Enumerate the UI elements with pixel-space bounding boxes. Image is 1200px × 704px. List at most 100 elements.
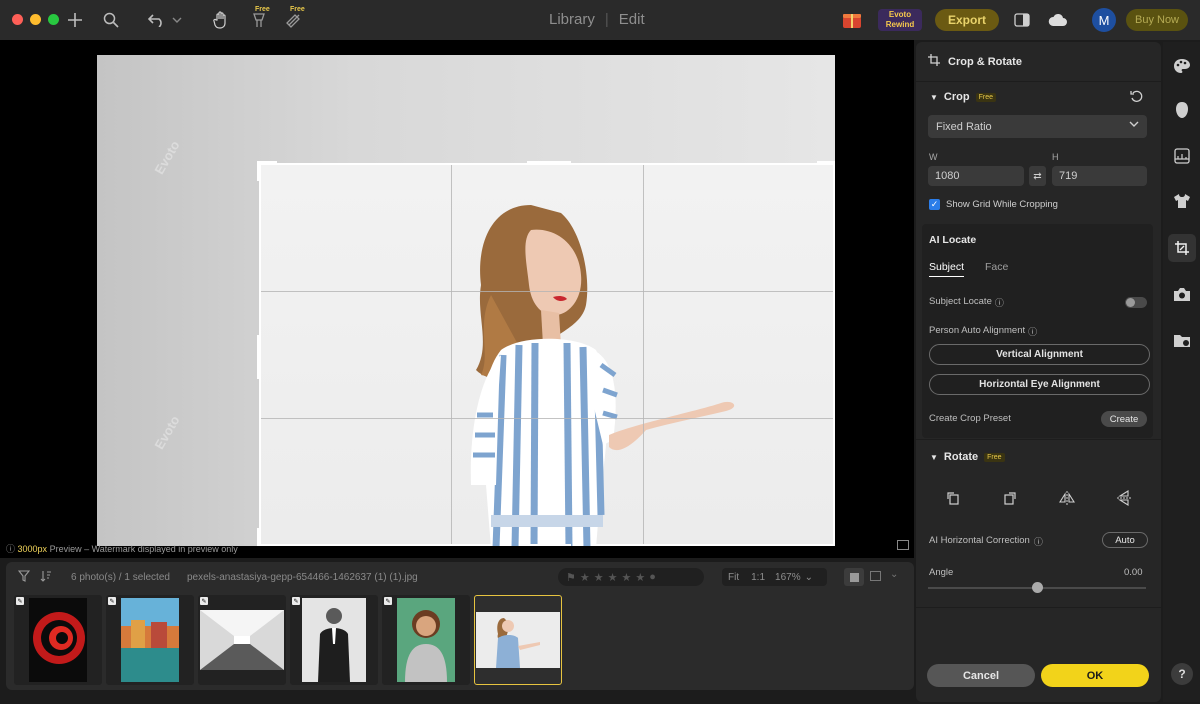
flip-horizontal-icon[interactable] xyxy=(1059,490,1075,506)
palette-icon[interactable] xyxy=(1172,56,1192,76)
photo-count: 6 photo(s) / 1 selected xyxy=(71,571,170,583)
rotate-right-icon[interactable] xyxy=(1002,490,1018,506)
angle-value[interactable]: 0.00 xyxy=(1124,567,1143,578)
aspect-ratio-select[interactable]: Fixed Ratio xyxy=(928,115,1147,138)
edited-badge-icon: ✎ xyxy=(108,597,116,605)
tab-face[interactable]: Face xyxy=(985,261,1008,273)
window-controls xyxy=(12,14,59,25)
cloud-icon[interactable] xyxy=(1046,8,1070,32)
compare-panel-icon[interactable] xyxy=(1010,8,1034,32)
star-icon[interactable]: ★ xyxy=(580,571,590,584)
folder-icon[interactable] xyxy=(1172,330,1192,350)
undo-icon[interactable] xyxy=(145,8,169,32)
hand-tool-icon[interactable] xyxy=(209,8,233,32)
crop-handle-top-right[interactable] xyxy=(817,161,835,181)
chevron-down-icon[interactable]: ⌄ xyxy=(805,572,813,583)
crop-handle-top-left[interactable] xyxy=(257,161,277,181)
export-button[interactable]: Export xyxy=(935,9,999,31)
rotate-section-title: Rotate xyxy=(943,451,979,463)
star-icon[interactable]: ★ xyxy=(635,571,645,584)
top-toolbar: Free Free Library | Edit Evoto Rewind Ex… xyxy=(0,0,1200,40)
camera-icon[interactable] xyxy=(1172,284,1192,304)
image-canvas[interactable]: Evoto Evoto ⓘ 3000px Preview – Watermark… xyxy=(0,40,914,558)
evoto-rewind-badge[interactable]: Evoto Rewind xyxy=(878,9,922,31)
auto-correction-button[interactable]: Auto xyxy=(1102,532,1148,548)
compare-view-icon[interactable] xyxy=(870,571,881,581)
subject-locate-toggle[interactable] xyxy=(1125,297,1147,308)
preview-note-text: Preview – Watermark displayed in preview… xyxy=(47,544,238,554)
star-icon[interactable]: ★ xyxy=(622,571,632,584)
zoom-value[interactable]: 167% xyxy=(771,572,805,583)
buy-now-button[interactable]: Buy Now xyxy=(1126,9,1188,31)
crop-handle-left[interactable] xyxy=(257,335,261,379)
rating-bar[interactable]: ⚑ ★ ★ ★ ★ ★ ● xyxy=(558,568,704,586)
thumbnail-woman-pointing-selected[interactable] xyxy=(474,595,562,685)
create-preset-button[interactable]: Create xyxy=(1101,411,1147,427)
color-label-icon[interactable]: ● xyxy=(649,571,656,583)
ai-horizontal-label: AI Horizontal Correction xyxy=(929,535,1030,546)
search-icon[interactable] xyxy=(99,8,123,32)
angle-slider-knob[interactable] xyxy=(1032,582,1043,593)
crop-handle-bottom-right[interactable] xyxy=(817,528,835,546)
vertical-alignment-button[interactable]: Vertical Alignment xyxy=(929,344,1150,365)
crop-handle-right[interactable] xyxy=(833,335,835,379)
star-icon[interactable]: ★ xyxy=(608,571,618,584)
gift-icon[interactable] xyxy=(840,8,864,32)
info-icon: ⓘ xyxy=(6,544,16,554)
horizontal-eye-alignment-button[interactable]: Horizontal Eye Alignment xyxy=(929,374,1150,395)
crop-handle-bottom[interactable] xyxy=(527,544,571,546)
clothing-icon[interactable] xyxy=(1172,191,1192,211)
ai-locate-section: AI Locate Subject Face Subject Locate ⓘ … xyxy=(922,224,1153,438)
reset-icon[interactable] xyxy=(1130,90,1144,104)
chevron-down-icon[interactable]: ⌄ xyxy=(890,569,898,580)
rotate-section-header[interactable]: ▼ Rotate Free xyxy=(930,451,1005,463)
person-auto-label: Person Auto Alignment xyxy=(929,325,1026,336)
crop-region[interactable] xyxy=(257,161,835,546)
crop-handle-top[interactable] xyxy=(527,161,571,165)
add-icon[interactable] xyxy=(63,8,87,32)
grid-view-icon[interactable] xyxy=(844,568,864,586)
divider xyxy=(916,607,1161,608)
height-input[interactable]: 719 xyxy=(1052,166,1147,186)
thumbnail-woman-smiling[interactable]: ✎ xyxy=(382,595,470,685)
one-to-one-button[interactable]: 1:1 xyxy=(745,572,771,583)
face-retouch-icon[interactable] xyxy=(1172,100,1192,120)
crop-section-header[interactable]: ▼ Crop Free xyxy=(930,91,996,103)
show-grid-checkbox[interactable]: ✓ xyxy=(929,199,940,210)
mode-edit-tab[interactable]: Edit xyxy=(619,11,645,28)
help-circle-icon[interactable]: ⓘ xyxy=(1028,325,1037,338)
width-input[interactable]: 1080 xyxy=(928,166,1024,186)
thumbnail-colorful-buildings[interactable]: ✎ xyxy=(106,595,194,685)
preview-size: 3000px xyxy=(17,544,48,554)
thumbnail-red-spiral[interactable]: ✎ xyxy=(14,595,102,685)
avatar[interactable]: M xyxy=(1092,8,1116,32)
background-icon[interactable] xyxy=(1172,146,1192,166)
close-window-button[interactable] xyxy=(12,14,23,25)
crop-tool-icon[interactable] xyxy=(1168,234,1196,262)
zoom-window-button[interactable] xyxy=(48,14,59,25)
help-button[interactable]: ? xyxy=(1171,663,1193,685)
thumbnail-man-suit[interactable]: ✎ xyxy=(290,595,378,685)
sort-icon[interactable] xyxy=(40,570,52,585)
free-tag: Free xyxy=(290,6,305,13)
ok-button[interactable]: OK xyxy=(1041,664,1149,687)
help-circle-icon[interactable]: ⓘ xyxy=(1034,535,1043,548)
fit-button[interactable]: Fit xyxy=(722,572,745,583)
cancel-button[interactable]: Cancel xyxy=(927,664,1035,687)
star-icon[interactable]: ★ xyxy=(594,571,604,584)
rotate-left-icon[interactable] xyxy=(945,490,961,506)
caret-down-icon: ▼ xyxy=(930,452,938,462)
thumbnail-corridor[interactable]: ✎ xyxy=(198,595,286,685)
swap-dimensions-icon[interactable]: ⇄ xyxy=(1029,166,1046,186)
mode-library-tab[interactable]: Library xyxy=(549,11,595,28)
tab-subject[interactable]: Subject xyxy=(929,261,965,277)
crop-handle-bottom-left[interactable] xyxy=(257,528,277,546)
undo-history-chevron-icon[interactable] xyxy=(170,8,184,32)
minimize-window-button[interactable] xyxy=(30,14,41,25)
split-view-icon[interactable] xyxy=(897,540,909,550)
flip-vertical-icon[interactable] xyxy=(1116,490,1132,506)
help-circle-icon[interactable]: ⓘ xyxy=(995,296,1004,309)
show-grid-checkbox-row[interactable]: ✓ Show Grid While Cropping xyxy=(929,199,1058,210)
flag-icon[interactable]: ⚑ xyxy=(566,571,576,584)
filter-icon[interactable] xyxy=(17,570,31,585)
